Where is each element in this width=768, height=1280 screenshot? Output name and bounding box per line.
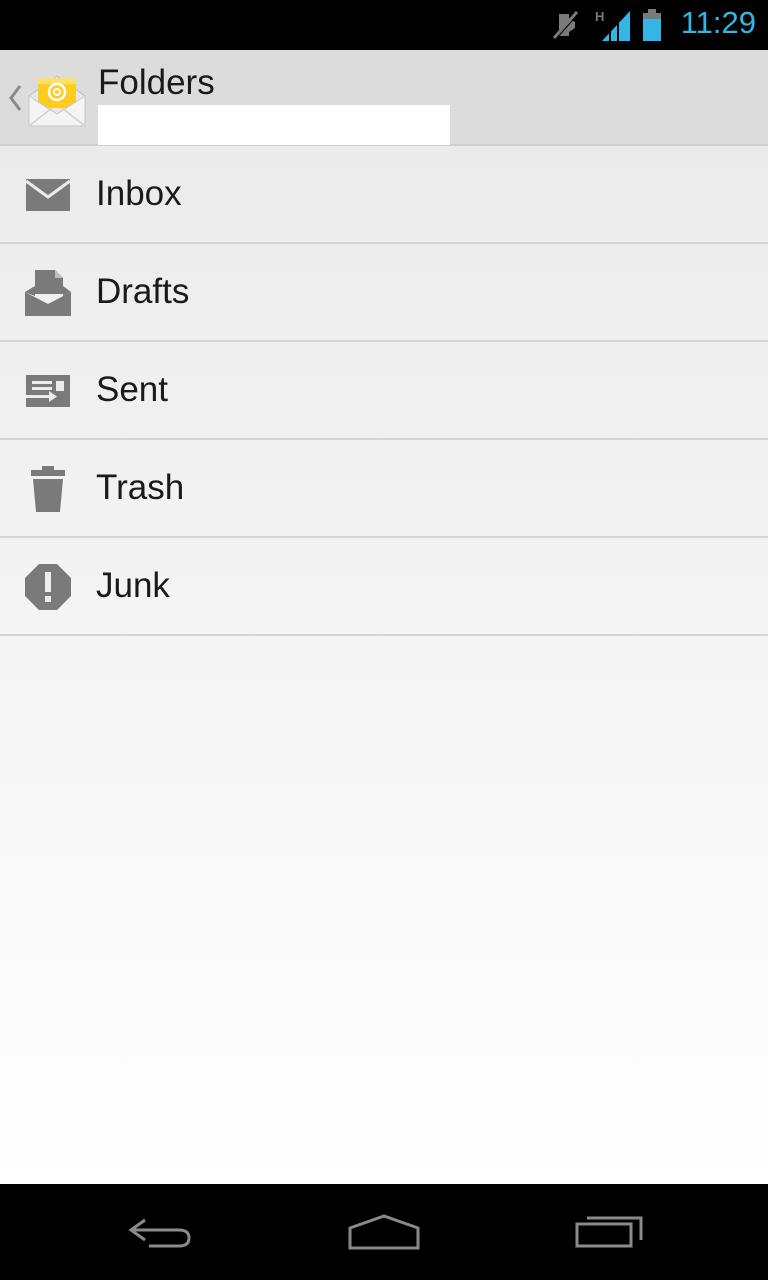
sent-icon bbox=[23, 366, 73, 416]
folder-item-drafts[interactable]: Drafts bbox=[0, 244, 768, 342]
network-type-label: H bbox=[595, 9, 604, 24]
folder-list: Inbox Drafts Sent Trash Junk bbox=[0, 146, 768, 636]
up-caret-icon[interactable] bbox=[6, 80, 24, 116]
folder-item-inbox[interactable]: Inbox bbox=[0, 146, 768, 244]
recent-apps-icon[interactable] bbox=[560, 1202, 660, 1262]
page-title: Folders bbox=[98, 63, 215, 102]
folder-label: Sent bbox=[96, 370, 168, 409]
folder-item-trash[interactable]: Trash bbox=[0, 440, 768, 538]
account-field[interactable] bbox=[98, 105, 450, 145]
action-bar: Folders bbox=[0, 50, 768, 146]
junk-icon bbox=[23, 562, 73, 612]
signal-icon: H bbox=[594, 0, 634, 50]
folder-label: Drafts bbox=[96, 272, 190, 311]
status-time: 11:29 bbox=[680, 5, 756, 40]
battery-icon bbox=[640, 0, 664, 50]
main-content: Folders Inbox Drafts Sent Trash Junk bbox=[0, 50, 768, 1184]
drafts-icon bbox=[23, 268, 73, 318]
email-app-icon[interactable] bbox=[26, 70, 88, 130]
status-bar: H 11:29 bbox=[0, 0, 768, 50]
back-icon[interactable] bbox=[110, 1202, 210, 1262]
trash-icon bbox=[23, 464, 73, 514]
folder-item-junk[interactable]: Junk bbox=[0, 538, 768, 636]
folder-item-sent[interactable]: Sent bbox=[0, 342, 768, 440]
home-icon[interactable] bbox=[334, 1202, 434, 1262]
folder-label: Inbox bbox=[96, 174, 182, 213]
inbox-icon bbox=[23, 170, 73, 220]
navigation-bar bbox=[0, 1184, 768, 1280]
folder-label: Trash bbox=[96, 468, 185, 507]
muted-icon bbox=[548, 0, 582, 50]
folder-label: Junk bbox=[96, 566, 170, 605]
